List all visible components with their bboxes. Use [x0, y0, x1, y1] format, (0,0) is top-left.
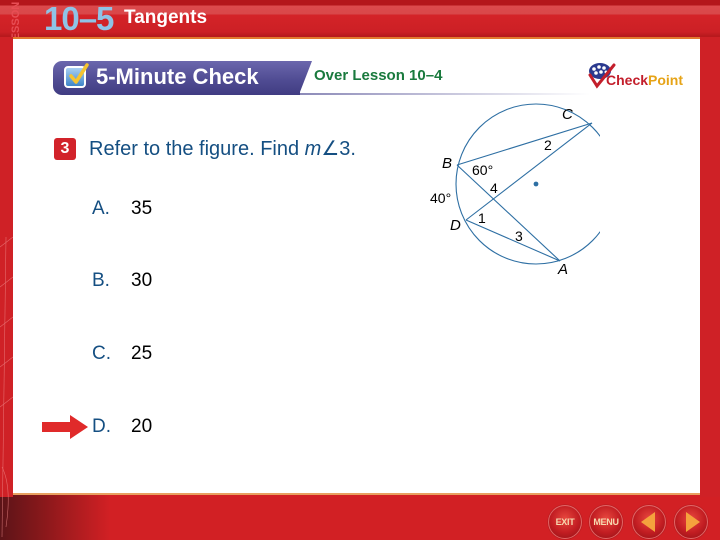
over-lesson-label: Over Lesson 10–4 — [314, 67, 443, 84]
angle-2-label: 2 — [544, 137, 552, 153]
panel-right-edge — [700, 37, 720, 497]
point-a-label: A — [558, 261, 569, 278]
check-bar-underline — [300, 93, 590, 95]
lesson-title: Tangents — [124, 7, 208, 28]
five-minute-check-title: 5-Minute Check — [96, 64, 259, 89]
menu-button[interactable]: MENU — [589, 505, 623, 539]
exit-button[interactable]: EXIT — [548, 505, 582, 539]
angle-icon: ∠ — [321, 138, 340, 160]
triangle-left-icon — [640, 512, 655, 532]
question-number-badge: 3 — [54, 138, 76, 160]
point-b-label: B — [442, 155, 453, 172]
checkbox-check-icon — [64, 63, 89, 88]
point-d-label: D — [450, 217, 461, 234]
circle-figure: C B D A 60° 40° 1 2 3 4 — [420, 100, 617, 280]
lesson-number: 10–5 — [44, 0, 114, 37]
answer-choice-b[interactable]: B. 30 — [92, 269, 152, 293]
next-button[interactable] — [674, 505, 708, 539]
point-c-label: C — [562, 106, 573, 123]
answer-choice-c[interactable]: C. 25 — [92, 342, 152, 366]
question-text: Refer to the figure. Find m∠3. — [89, 138, 356, 160]
angle-4-label: 4 — [490, 180, 498, 196]
triangle-right-icon — [685, 512, 700, 532]
checkpoint-logo-text: CheckPoint — [606, 72, 684, 88]
checkpoint-logo: CheckPoint — [586, 61, 696, 93]
angle-60-label: 60° — [472, 162, 494, 178]
panel-left-edge — [0, 37, 13, 537]
slide: LESSON 10–5 Tangents 5-Minute Check Over… — [0, 0, 720, 540]
decorative-grid-lines — [0, 237, 13, 537]
arc-40-label: 40° — [430, 190, 452, 206]
answer-choice-d[interactable]: D. 20 — [92, 415, 152, 439]
previous-button[interactable] — [632, 505, 666, 539]
answer-choice-a[interactable]: A. 35 — [92, 197, 152, 221]
circle-center-point — [533, 181, 539, 187]
angle-1-label: 1 — [478, 210, 486, 226]
angle-3-label: 3 — [515, 228, 523, 244]
correct-answer-arrow-icon — [42, 415, 88, 439]
segment-ba — [456, 164, 561, 262]
